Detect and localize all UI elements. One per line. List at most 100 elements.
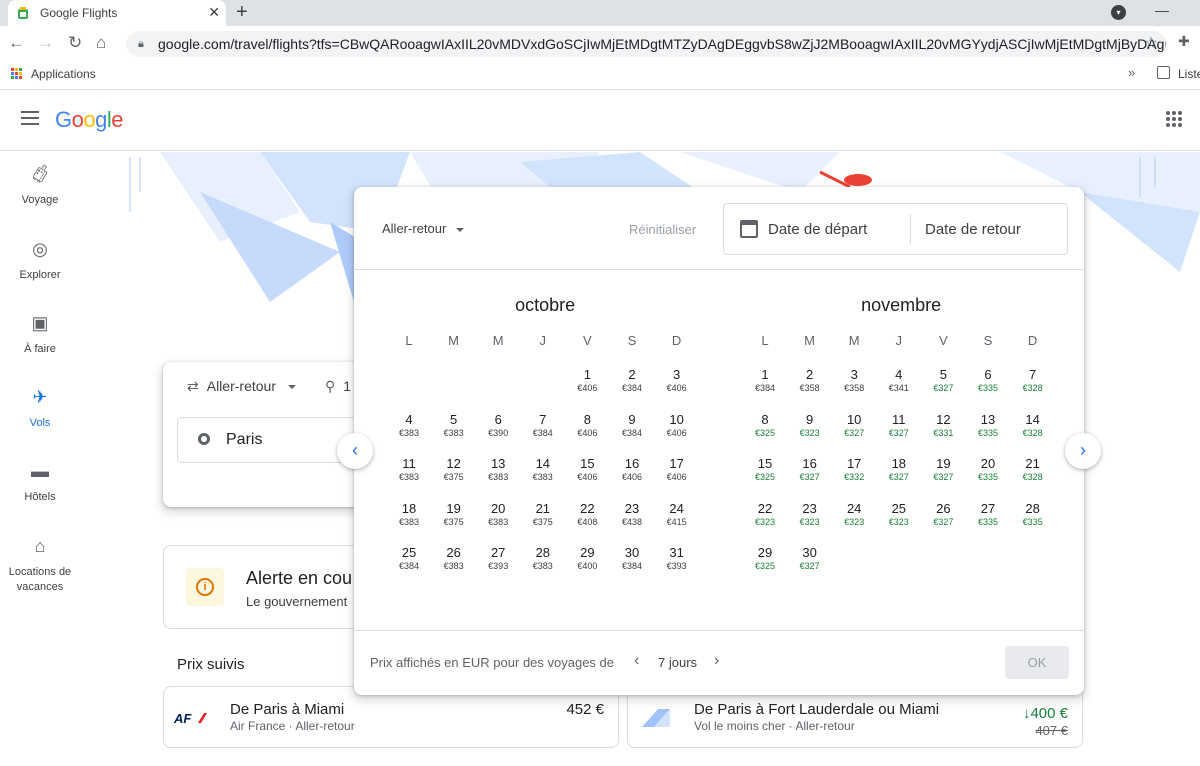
calendar-day[interactable]: 20 €383: [476, 501, 520, 528]
calendar-day[interactable]: 9 €323: [788, 412, 832, 439]
calendar-day[interactable]: 13 €335: [966, 412, 1010, 439]
calendar-day[interactable]: 27 €335: [966, 501, 1010, 528]
browser-tab[interactable]: Google Flights ✕: [8, 0, 226, 26]
calendar-day[interactable]: 29 €400: [565, 545, 609, 572]
calendar-day[interactable]: 20 €335: [966, 456, 1010, 483]
departure-date-input[interactable]: Date de départ: [768, 221, 867, 238]
calendar-day[interactable]: 14 €328: [1011, 412, 1055, 439]
calendar-day[interactable]: 10 €327: [832, 412, 876, 439]
google-logo[interactable]: Google: [55, 107, 124, 133]
calendar-day[interactable]: 12 €331: [921, 412, 965, 439]
calendar-day[interactable]: 14 €383: [521, 456, 565, 483]
tracked-price-card[interactable]: AF De Paris à Miami Air France · Aller-r…: [163, 686, 619, 748]
calendar-day[interactable]: 22 €323: [743, 501, 787, 528]
duration-increase-icon[interactable]: ›: [714, 652, 719, 670]
calendar-day[interactable]: 12 €375: [432, 456, 476, 483]
trip-type-select[interactable]: ⇄ Aller-retour: [187, 378, 296, 395]
calendar-day[interactable]: 6 €335: [966, 367, 1010, 394]
calendar-day[interactable]: 11 €383: [387, 456, 431, 483]
next-month-button[interactable]: ›: [1065, 433, 1101, 469]
calendar-day[interactable]: 5 €327: [921, 367, 965, 394]
calendar-day[interactable]: 2 €384: [610, 367, 654, 394]
calendar-day[interactable]: 6 €390: [476, 412, 520, 439]
calendar-day[interactable]: 19 €375: [432, 501, 476, 528]
calendar-day[interactable]: 7 €384: [521, 412, 565, 439]
calendar-day[interactable]: 15 €406: [565, 456, 609, 483]
calendar-day[interactable]: 3 €358: [832, 367, 876, 394]
calendar-day[interactable]: 22 €408: [565, 501, 609, 528]
calendar-day[interactable]: 31 €393: [655, 545, 699, 572]
calendar-day[interactable]: 23 €438: [610, 501, 654, 528]
sidebar-item-explore[interactable]: ◎ Explorer: [0, 238, 80, 283]
calendar-day[interactable]: 13 €383: [476, 456, 520, 483]
calendar-day[interactable]: 17 €406: [655, 456, 699, 483]
url-field[interactable]: 🔒︎ google.com/travel/flights?tfs=CBwQARo…: [126, 31, 1166, 57]
return-date-input[interactable]: Date de retour: [925, 221, 1021, 238]
calendar-day[interactable]: 18 €383: [387, 501, 431, 528]
calendar-day[interactable]: 9 €384: [610, 412, 654, 439]
calendar-day[interactable]: 8 €325: [743, 412, 787, 439]
calendar-day[interactable]: 11 €327: [877, 412, 921, 439]
calendar-day[interactable]: 24 €323: [832, 501, 876, 528]
ok-button[interactable]: OK: [1005, 646, 1069, 679]
calendar-day[interactable]: 24 €415: [655, 501, 699, 528]
minimize-window-icon[interactable]: —: [1155, 2, 1169, 18]
profile-menu-icon[interactable]: ▾: [1111, 5, 1126, 20]
calendar-day[interactable]: 10 €406: [655, 412, 699, 439]
calendar-day[interactable]: 23 €323: [788, 501, 832, 528]
reading-list-icon[interactable]: [1157, 66, 1170, 79]
sidebar-item-luggage[interactable]: 🧳︎ Voyage: [0, 163, 80, 208]
calendar-day[interactable]: 4 €383: [387, 412, 431, 439]
home-icon[interactable]: ⌂: [96, 33, 106, 53]
dialog-trip-type-select[interactable]: Aller-retour: [382, 221, 465, 236]
reading-list-label[interactable]: Liste: [1178, 67, 1200, 81]
calendar-day[interactable]: 21 €375: [521, 501, 565, 528]
forward-arrow-icon[interactable]: →: [37, 33, 54, 53]
calendar-day[interactable]: 8 €406: [565, 412, 609, 439]
calendar-day[interactable]: 18 €327: [877, 456, 921, 483]
back-arrow-icon[interactable]: ←: [8, 33, 25, 53]
calendar-day[interactable]: 30 €327: [788, 545, 832, 572]
tracked-price-card[interactable]: De Paris à Fort Lauderdale ou Miami Vol …: [627, 686, 1083, 748]
calendar-day[interactable]: 28 €383: [521, 545, 565, 572]
calendar-day[interactable]: 7 €328: [1011, 367, 1055, 394]
calendar-day[interactable]: 25 €384: [387, 545, 431, 572]
duration-decrease-icon[interactable]: ‹: [634, 652, 639, 670]
calendar-day[interactable]: 16 €327: [788, 456, 832, 483]
new-tab-button[interactable]: +: [236, 1, 248, 24]
reset-button[interactable]: Réinitialiser: [629, 222, 696, 237]
calendar-day[interactable]: 25 €323: [877, 501, 921, 528]
google-apps-icon[interactable]: [1166, 111, 1182, 127]
bookmark-star-icon[interactable]: ☆: [1144, 31, 1158, 57]
calendar-day[interactable]: 5 €383: [432, 412, 476, 439]
sidebar-item-airplane[interactable]: ✈ Vols: [0, 386, 80, 431]
calendar-day[interactable]: 3 €406: [655, 367, 699, 394]
calendar-day[interactable]: 1 €384: [743, 367, 787, 394]
calendar-day[interactable]: 28 €335: [1011, 501, 1055, 528]
calendar-day[interactable]: 26 €383: [432, 545, 476, 572]
sidebar-item-camera[interactable]: ▣ À faire: [0, 312, 80, 357]
apps-grid-icon[interactable]: [10, 67, 22, 79]
main-menu-icon[interactable]: [21, 111, 39, 125]
bookmark-applications[interactable]: Applications: [31, 67, 96, 81]
sidebar-item-hotel-bed[interactable]: ▬ Hôtels: [0, 460, 80, 505]
calendar-day[interactable]: 1 €406: [565, 367, 609, 394]
calendar-day[interactable]: 16 €406: [610, 456, 654, 483]
extensions-puzzle-icon[interactable]: ✚: [1178, 33, 1190, 50]
calendar-day[interactable]: 27 €393: [476, 545, 520, 572]
reload-icon[interactable]: ↻: [68, 33, 82, 53]
sidebar-item-house[interactable]: ⌂ Locations de vacances: [0, 535, 80, 595]
calendar-day[interactable]: 29 €325: [743, 545, 787, 572]
calendar-day[interactable]: 2 €358: [788, 367, 832, 394]
calendar-day[interactable]: 19 €327: [921, 456, 965, 483]
calendar-day[interactable]: 21 €328: [1011, 456, 1055, 483]
calendar-day[interactable]: 26 €327: [921, 501, 965, 528]
passenger-select[interactable]: ⚲ 1: [325, 378, 351, 395]
close-tab-icon[interactable]: ✕: [208, 4, 220, 21]
calendar-day[interactable]: 4 €341: [877, 367, 921, 394]
previous-month-button[interactable]: ‹: [337, 433, 373, 469]
calendar-day[interactable]: 30 €384: [610, 545, 654, 572]
bookmarks-overflow-button[interactable]: »: [1128, 65, 1135, 80]
calendar-day[interactable]: 15 €325: [743, 456, 787, 483]
calendar-day[interactable]: 17 €332: [832, 456, 876, 483]
